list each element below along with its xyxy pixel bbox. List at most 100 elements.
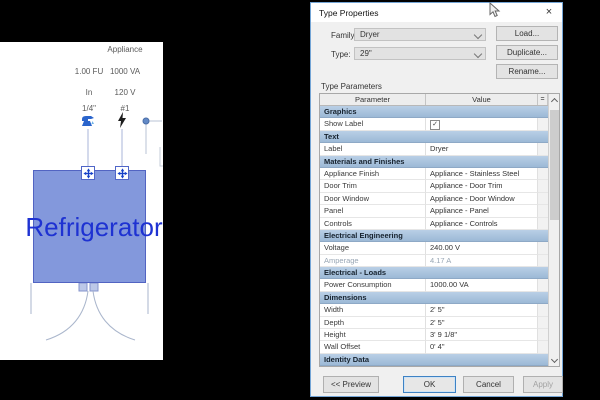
- section-label: Graphics: [324, 106, 357, 117]
- parameter-name: Door Window: [320, 193, 426, 205]
- parameter-row[interactable]: Wall Offset0' 4": [320, 341, 559, 353]
- parameter-value[interactable]: 2' 5": [426, 317, 538, 329]
- plumbing-connector-icon[interactable]: [81, 166, 95, 180]
- row-edge-cell: [538, 193, 548, 205]
- section-label: Dimensions: [324, 292, 367, 303]
- row-edge-cell: [538, 255, 548, 267]
- parameter-value[interactable]: Appliance - Stainless Steel: [426, 168, 538, 180]
- type-label: Type:: [331, 50, 351, 59]
- family-dropdown[interactable]: Dryer: [354, 28, 486, 41]
- scrollbar-thumb[interactable]: [550, 110, 559, 220]
- section-header-row[interactable]: Electrical Engineering: [320, 230, 548, 242]
- type-dropdown[interactable]: 29": [354, 47, 486, 60]
- parameter-name: Wall Offset: [320, 341, 426, 353]
- type-parameters-label: Type Parameters: [321, 82, 382, 91]
- row-edge-cell: [538, 143, 548, 155]
- parameter-value[interactable]: 240.00 V: [426, 242, 538, 254]
- parameter-value[interactable]: Appliance - Door Trim: [426, 180, 538, 192]
- row-edge-cell: [538, 205, 548, 217]
- ok-button[interactable]: OK: [403, 376, 456, 393]
- scroll-down-icon[interactable]: [549, 354, 559, 366]
- parameter-row[interactable]: Power Consumption1000.00 VA: [320, 279, 559, 291]
- close-icon[interactable]: ×: [542, 6, 556, 19]
- section-header-row[interactable]: Dimensions: [320, 292, 548, 304]
- type-value: 29": [360, 49, 372, 58]
- section-header-row[interactable]: Graphics: [320, 106, 548, 118]
- parameter-value[interactable]: 4.17 A: [426, 255, 538, 267]
- parameter-value[interactable]: 1000.00 VA: [426, 279, 538, 291]
- rename-button[interactable]: Rename...: [496, 64, 558, 79]
- parameter-value[interactable]: 3' 9 1/8": [426, 329, 538, 341]
- cancel-button[interactable]: Cancel: [463, 376, 514, 393]
- parameter-row[interactable]: LabelDryer: [320, 143, 559, 155]
- parameter-row[interactable]: Depth2' 5": [320, 317, 559, 329]
- parameter-row[interactable]: Door WindowAppliance - Door Window: [320, 193, 559, 205]
- row-edge-cell: [538, 317, 548, 329]
- electrical-connector-icon[interactable]: [115, 166, 129, 180]
- row-edge-cell: [538, 341, 548, 353]
- equalize-columns-icon[interactable]: =: [538, 94, 548, 105]
- parameter-row[interactable]: Amperage4.17 A: [320, 255, 559, 267]
- parameter-value[interactable]: 2' 5": [426, 304, 538, 316]
- parameter-row[interactable]: Door TrimAppliance - Door Trim: [320, 180, 559, 192]
- section-label: Electrical Engineering: [324, 230, 403, 241]
- mouse-cursor-icon: [489, 2, 501, 24]
- row-edge-cell: [538, 242, 548, 254]
- dialog-titlebar[interactable]: Type Properties ×: [311, 3, 562, 22]
- row-edge-cell: [538, 180, 548, 192]
- parameter-value[interactable]: Appliance - Door Window: [426, 193, 538, 205]
- row-edge-cell: [538, 218, 548, 230]
- section-header-row[interactable]: Electrical - Loads: [320, 267, 548, 279]
- checkbox[interactable]: ✓: [430, 120, 440, 130]
- section-header-row[interactable]: Materials and Finishes: [320, 156, 548, 168]
- parameter-value[interactable]: ✓: [426, 118, 538, 130]
- parameter-name: Voltage: [320, 242, 426, 254]
- scroll-up-icon[interactable]: [549, 94, 559, 106]
- family-preview-canvas[interactable]: Appliance 1.00 FU 1000 VA In 120 V 1/4" …: [0, 42, 163, 360]
- parameter-row[interactable]: Show Label ✓: [320, 118, 559, 130]
- parameter-name: Panel: [320, 205, 426, 217]
- family-label: Family:: [331, 31, 357, 40]
- family-value: Dryer: [360, 30, 380, 39]
- parameter-row[interactable]: Voltage240.00 V: [320, 242, 559, 254]
- parameter-row[interactable]: Appliance FinishAppliance - Stainless St…: [320, 168, 559, 180]
- table-header-row: Parameter Value =: [320, 94, 559, 106]
- parameter-name: Show Label: [320, 118, 426, 130]
- parameter-name: Power Consumption: [320, 279, 426, 291]
- parameter-row[interactable]: ControlsAppliance - Controls: [320, 218, 559, 230]
- parameter-value[interactable]: Appliance - Controls: [426, 218, 538, 230]
- parameter-row[interactable]: Height3' 9 1/8": [320, 329, 559, 341]
- section-label: Identity Data: [324, 354, 369, 365]
- parameter-name: Label: [320, 143, 426, 155]
- parameter-name: Controls: [320, 218, 426, 230]
- parameter-row[interactable]: Width2' 5": [320, 304, 559, 316]
- parameter-name: Height: [320, 329, 426, 341]
- parameter-name: Width: [320, 304, 426, 316]
- parameter-name: Amperage: [320, 255, 426, 267]
- row-edge-cell: [538, 118, 548, 130]
- apply-button[interactable]: Apply: [523, 376, 563, 393]
- parameter-name: Door Trim: [320, 180, 426, 192]
- parameter-column-header[interactable]: Parameter: [320, 94, 426, 105]
- section-header-row[interactable]: Text: [320, 131, 548, 143]
- section-label: Materials and Finishes: [324, 156, 404, 167]
- table-scrollbar[interactable]: [548, 94, 559, 366]
- preview-button[interactable]: << Preview: [323, 376, 379, 393]
- parameter-row[interactable]: PanelAppliance - Panel: [320, 205, 559, 217]
- section-label: Electrical - Loads: [324, 267, 386, 278]
- parameter-value[interactable]: 0' 4": [426, 341, 538, 353]
- type-properties-dialog: Type Properties × Family: Dryer Load... …: [310, 2, 563, 397]
- dialog-title: Type Properties: [319, 8, 379, 18]
- section-label: Text: [324, 131, 339, 142]
- row-edge-cell: [538, 279, 548, 291]
- load-button[interactable]: Load...: [496, 26, 558, 41]
- row-edge-cell: [538, 168, 548, 180]
- parameter-name: Depth: [320, 317, 426, 329]
- parameter-value[interactable]: Dryer: [426, 143, 538, 155]
- parameter-value[interactable]: Appliance - Panel: [426, 205, 538, 217]
- value-column-header[interactable]: Value: [426, 94, 538, 105]
- duplicate-button[interactable]: Duplicate...: [496, 45, 558, 60]
- type-parameters-table: Parameter Value = GraphicsShow Label ✓ Tex…: [319, 93, 560, 367]
- section-header-row[interactable]: Identity Data: [320, 354, 548, 366]
- type-parameters-rows: GraphicsShow Label✓TextLabelDryerMateria…: [320, 106, 559, 366]
